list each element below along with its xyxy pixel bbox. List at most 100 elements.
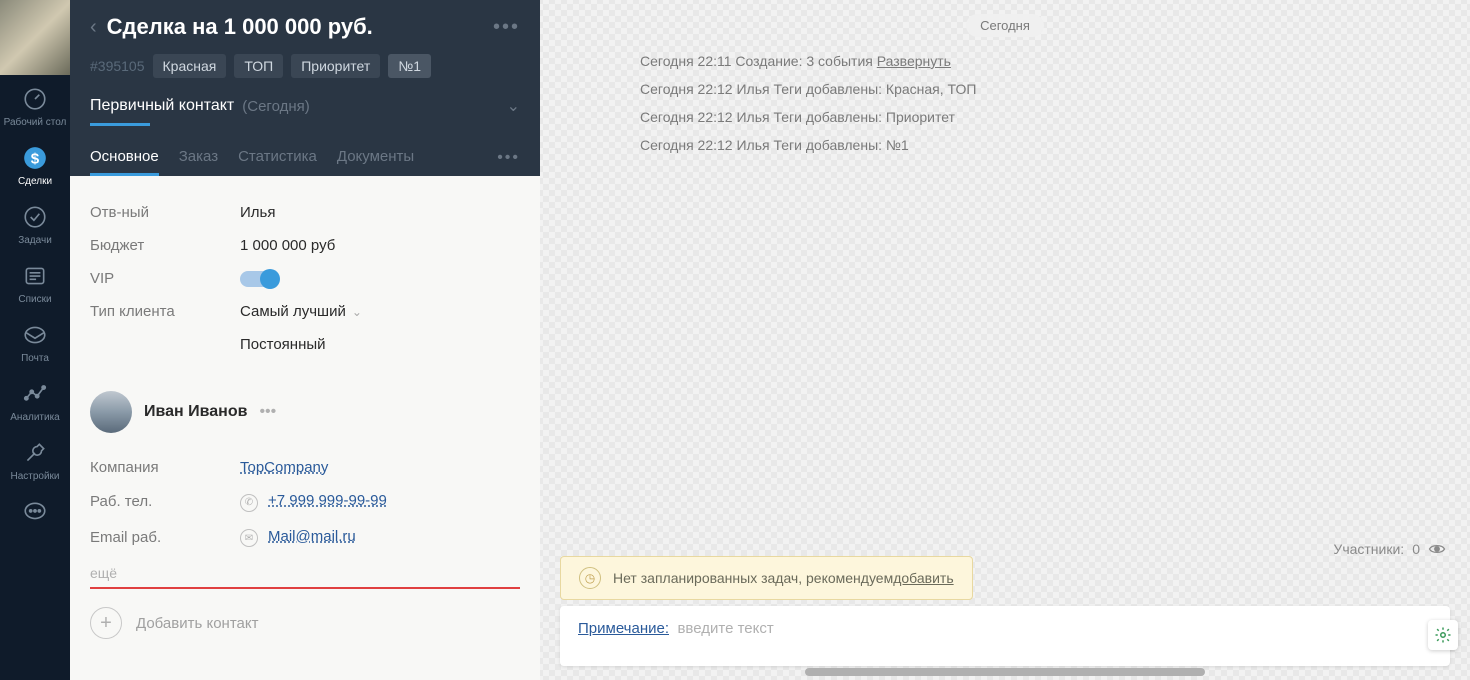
participants-count[interactable]: Участники: 0: [1333, 540, 1446, 558]
nav-label: Списки: [18, 294, 51, 305]
company-link[interactable]: TopCompany: [240, 459, 328, 476]
expand-link[interactable]: Развернуть: [877, 53, 951, 69]
participants-label: Участники:: [1333, 541, 1404, 557]
app-root: Рабочий стол $ Сделки Задачи Списки Почт…: [0, 0, 1470, 680]
email-link[interactable]: Mail@mail.ru: [268, 528, 356, 545]
horizontal-scrollbar[interactable]: [805, 668, 1205, 676]
chevron-down-icon: ⌄: [352, 305, 362, 319]
nav-label: Сделки: [18, 176, 52, 187]
eye-icon: [1428, 540, 1446, 558]
nav-label: Почта: [21, 353, 49, 364]
date-pill: Сегодня: [966, 14, 1044, 37]
add-task-link[interactable]: добавить: [893, 570, 953, 586]
field-client-type-sub: Постоянный: [90, 328, 520, 361]
tag-priority[interactable]: Приоритет: [291, 54, 380, 78]
deal-header: ‹ Сделка на 1 000 000 руб. ••• #395105 К…: [70, 0, 540, 176]
field-label: Отв-ный: [90, 204, 240, 221]
analytics-icon: [21, 380, 49, 408]
feed-event: Сегодня 22:11 Создание: 3 события Развер…: [640, 47, 1450, 75]
nav-label: Задачи: [18, 235, 52, 246]
deal-panel: ‹ Сделка на 1 000 000 руб. ••• #395105 К…: [70, 0, 540, 680]
nav-thumbnail: [0, 0, 70, 75]
nav-tasks[interactable]: Задачи: [0, 193, 70, 252]
note-input[interactable]: Примечание: введите текст: [560, 606, 1450, 666]
chevron-down-icon: ⌄: [507, 96, 520, 116]
field-value[interactable]: 1 000 000 руб: [240, 237, 335, 254]
email-value-wrap: ✉ Mail@mail.ru: [240, 528, 356, 548]
avatar[interactable]: [90, 391, 132, 433]
vip-toggle[interactable]: [240, 271, 276, 287]
tag-top[interactable]: ТОП: [234, 54, 283, 78]
note-label: Примечание:: [578, 620, 669, 637]
contact-block: Иван Иванов ••• Компания TopCompany Раб.…: [90, 391, 520, 639]
mail-nav-icon: [21, 321, 49, 349]
tab-stats[interactable]: Статистика: [238, 140, 317, 176]
tag-n1[interactable]: №1: [388, 54, 431, 78]
feed-event: Сегодня 22:12 Илья Теги добавлены: Красн…: [640, 75, 1450, 103]
nav-chat[interactable]: [0, 488, 70, 536]
stage-name: Первичный контакт: [90, 97, 234, 115]
nav-label: Рабочий стол: [4, 117, 67, 128]
field-client-type: Тип клиента Самый лучший ⌄: [90, 295, 520, 328]
nav-dashboard[interactable]: Рабочий стол: [0, 75, 70, 134]
add-contact-label: Добавить контакт: [136, 615, 258, 632]
deals-icon: $: [21, 144, 49, 172]
deal-tabs: Основное Заказ Статистика Документы •••: [90, 140, 520, 176]
field-value[interactable]: Илья: [240, 204, 275, 221]
note-placeholder: введите текст: [677, 620, 773, 637]
feed-event: Сегодня 22:12 Илья Теги добавлены: №1: [640, 131, 1450, 159]
phone-link[interactable]: +7 999 999-99-99: [268, 492, 387, 509]
nav-label: Аналитика: [10, 412, 60, 423]
check-icon: [21, 203, 49, 231]
add-contact-button[interactable]: + Добавить контакт: [90, 589, 520, 639]
deal-more-icon[interactable]: •••: [493, 16, 520, 39]
nav-settings[interactable]: Настройки: [0, 429, 70, 488]
field-value: Самый лучший: [240, 303, 346, 320]
sidebar-nav: Рабочий стол $ Сделки Задачи Списки Почт…: [0, 0, 70, 680]
field-label: Раб. тел.: [90, 493, 240, 510]
tab-docs[interactable]: Документы: [337, 140, 414, 176]
stage-note: (Сегодня): [242, 98, 309, 115]
participants-number: 0: [1412, 541, 1420, 557]
feed-scroll[interactable]: Сегодня Сегодня 22:11 Создание: 3 событи…: [540, 0, 1470, 556]
field-label: VIP: [90, 270, 240, 287]
settings-float-button[interactable]: [1428, 620, 1458, 650]
nav-analytics[interactable]: Аналитика: [0, 370, 70, 429]
gauge-icon: [21, 85, 49, 113]
field-value[interactable]: Постоянный: [240, 336, 326, 353]
feed-event: Сегодня 22:12 Илья Теги добавлены: Приор…: [640, 103, 1450, 131]
client-type-dropdown[interactable]: Самый лучший ⌄: [240, 303, 362, 320]
contact-more-icon[interactable]: •••: [259, 403, 276, 421]
nav-deals[interactable]: $ Сделки: [0, 134, 70, 193]
stage-underline: [90, 123, 150, 126]
phone-icon[interactable]: ✆: [240, 494, 258, 512]
field-email: Email раб. ✉ Mail@mail.ru: [90, 520, 520, 556]
mail-icon[interactable]: ✉: [240, 529, 258, 547]
deal-id: #395105: [90, 58, 145, 74]
list-icon: [21, 262, 49, 290]
deal-title[interactable]: Сделка на 1 000 000 руб.: [107, 14, 483, 40]
nav-label: Настройки: [10, 471, 59, 482]
field-company: Компания TopCompany: [90, 451, 520, 484]
chat-icon: [21, 498, 49, 526]
field-label: Компания: [90, 459, 240, 476]
stage-selector[interactable]: Первичный контакт (Сегодня) ⌄: [90, 96, 520, 126]
phone-value-wrap: ✆ +7 999 999-99-99: [240, 492, 387, 512]
contact-name[interactable]: Иван Иванов: [144, 403, 247, 421]
field-responsible: Отв-ный Илья: [90, 196, 520, 229]
tag-red[interactable]: Красная: [153, 54, 227, 78]
field-vip: VIP: [90, 262, 520, 295]
nav-mail[interactable]: Почта: [0, 311, 70, 370]
field-budget: Бюджет 1 000 000 руб: [90, 229, 520, 262]
nav-lists[interactable]: Списки: [0, 252, 70, 311]
back-chevron-icon[interactable]: ‹: [90, 16, 97, 39]
tab-main[interactable]: Основное: [90, 140, 159, 176]
tabs-more-icon[interactable]: •••: [497, 149, 520, 167]
clock-icon: ◷: [579, 567, 601, 589]
wrench-icon: [21, 439, 49, 467]
plus-icon: +: [90, 607, 122, 639]
task-banner-text: Нет запланированных задач, рекомендуем: [613, 570, 893, 586]
field-label: Email раб.: [90, 529, 240, 546]
contact-more-link[interactable]: ещё: [90, 565, 520, 581]
tab-order[interactable]: Заказ: [179, 140, 218, 176]
